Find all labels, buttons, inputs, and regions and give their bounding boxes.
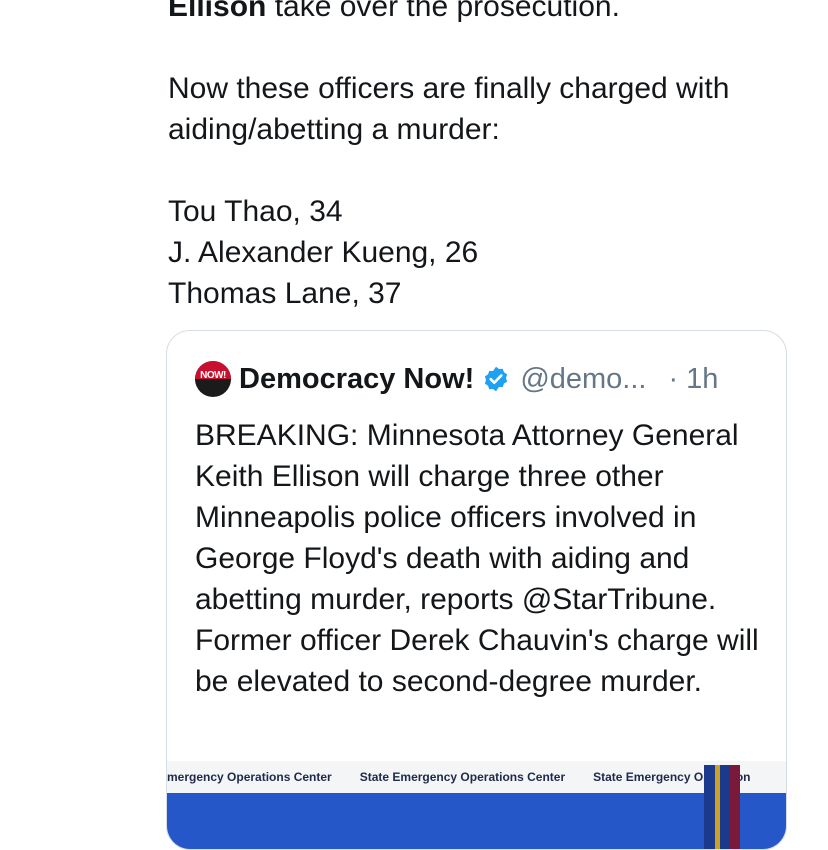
tweet-text-line0: take over the prosecution.: [266, 0, 620, 23]
quoted-tweet-time[interactable]: · 1h: [668, 363, 718, 396]
quoted-tweet-card[interactable]: NOW! Democracy Now! @demo... · 1h BREAKI…: [166, 330, 787, 850]
quoted-author-name[interactable]: Democracy Now!: [239, 363, 474, 396]
officer-line: Thomas Lane, 37: [168, 277, 402, 310]
flag-image: [704, 765, 740, 849]
avatar[interactable]: NOW!: [195, 361, 231, 397]
officer-line: J. Alexander Kueng, 26: [168, 236, 479, 269]
quoted-author-handle[interactable]: @demo...: [520, 363, 646, 396]
media-banner-text: mergency Operations Center: [167, 770, 332, 784]
quoted-tweet-media[interactable]: mergency Operations Center State Emergen…: [167, 761, 786, 849]
tweet-name-line0[interactable]: Ellison: [168, 0, 266, 23]
media-banner-text: State Emergency Operations Center: [359, 770, 566, 784]
tweet-text-para1: Now these officers are finally charged w…: [168, 72, 730, 146]
officer-line: Tou Thao, 34: [168, 195, 343, 228]
quoted-tweet-body: BREAKING: Minnesota Attorney General Kei…: [195, 419, 759, 698]
verified-badge-icon: [485, 366, 508, 392]
quoted-tweet-header: NOW! Democracy Now! @demo... · 1h: [195, 359, 775, 399]
media-banner: mergency Operations Center State Emergen…: [167, 761, 786, 793]
tweet-text: Ellison take over the prosecution. Now t…: [168, 0, 808, 314]
avatar-text: NOW!: [200, 370, 226, 381]
